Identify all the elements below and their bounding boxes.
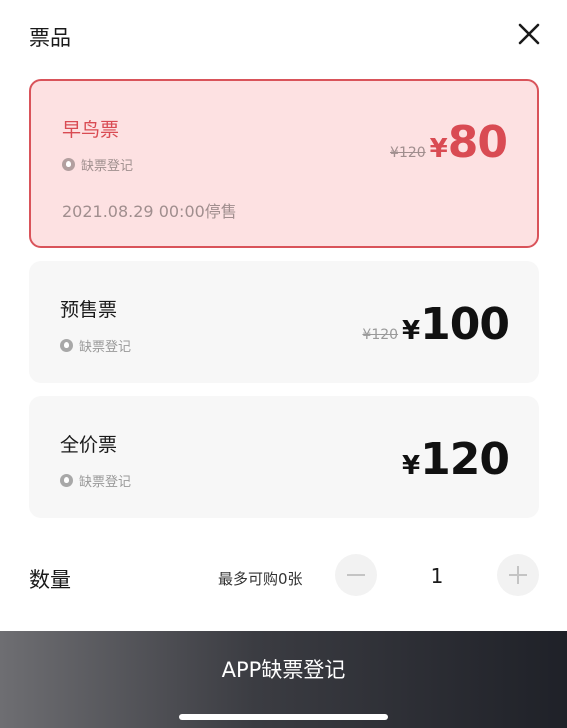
price-value: 100 [420, 299, 510, 350]
header: 票品 [0, 0, 567, 72]
price-value: 80 [447, 117, 508, 168]
register-label: 缺票登记 [79, 340, 132, 355]
ticket-card-early-bird[interactable]: 早鸟票 缺票登记 2021.08.29 00:00停售 ¥120 ¥ 80 [29, 79, 539, 248]
bell-icon [62, 158, 75, 171]
ticket-price: ¥120 ¥ 100 [362, 299, 510, 350]
quantity-label: 数量 [29, 568, 71, 592]
increase-button[interactable] [497, 554, 539, 596]
register-link[interactable]: 缺票登记 [60, 471, 131, 490]
price-value: 120 [420, 434, 510, 485]
close-icon [518, 23, 540, 45]
ticket-card-presale[interactable]: 预售票 缺票登记 ¥120 ¥ 100 [29, 261, 539, 383]
ticket-price: ¥120 ¥ 80 [390, 117, 508, 168]
currency-symbol: ¥ [429, 134, 448, 164]
register-label: 缺票登记 [81, 159, 134, 174]
ticket-card-full-price[interactable]: 全价票 缺票登记 ¥ 120 [29, 396, 539, 518]
register-link[interactable]: 缺票登记 [60, 336, 131, 355]
purchase-limit: 最多可购0张 [218, 570, 303, 588]
bell-icon [60, 339, 73, 352]
stop-sale-time: 2021.08.29 00:00停售 [62, 202, 237, 221]
close-button[interactable] [514, 19, 544, 49]
home-indicator [179, 714, 388, 720]
currency-symbol: ¥ [402, 316, 421, 346]
bell-icon [60, 474, 73, 487]
app-register-button[interactable]: APP缺票登记 [0, 631, 567, 707]
original-price: ¥120 [390, 145, 426, 161]
register-link[interactable]: 缺票登记 [62, 155, 133, 174]
quantity-value: 1 [430, 564, 444, 588]
original-price: ¥120 [362, 327, 399, 343]
currency-symbol: ¥ [402, 451, 421, 481]
quantity-row: 数量 最多可购0张 1 [0, 548, 567, 604]
page-title: 票品 [29, 26, 71, 50]
minus-icon [347, 574, 365, 576]
ticket-name: 预售票 [60, 299, 118, 321]
ticket-name: 全价票 [60, 434, 118, 456]
ticket-price: ¥ 120 [402, 434, 510, 485]
decrease-button[interactable] [335, 554, 377, 596]
ticket-name: 早鸟票 [62, 119, 120, 141]
register-label: 缺票登记 [79, 475, 132, 490]
footer: APP缺票登记 [0, 631, 567, 728]
